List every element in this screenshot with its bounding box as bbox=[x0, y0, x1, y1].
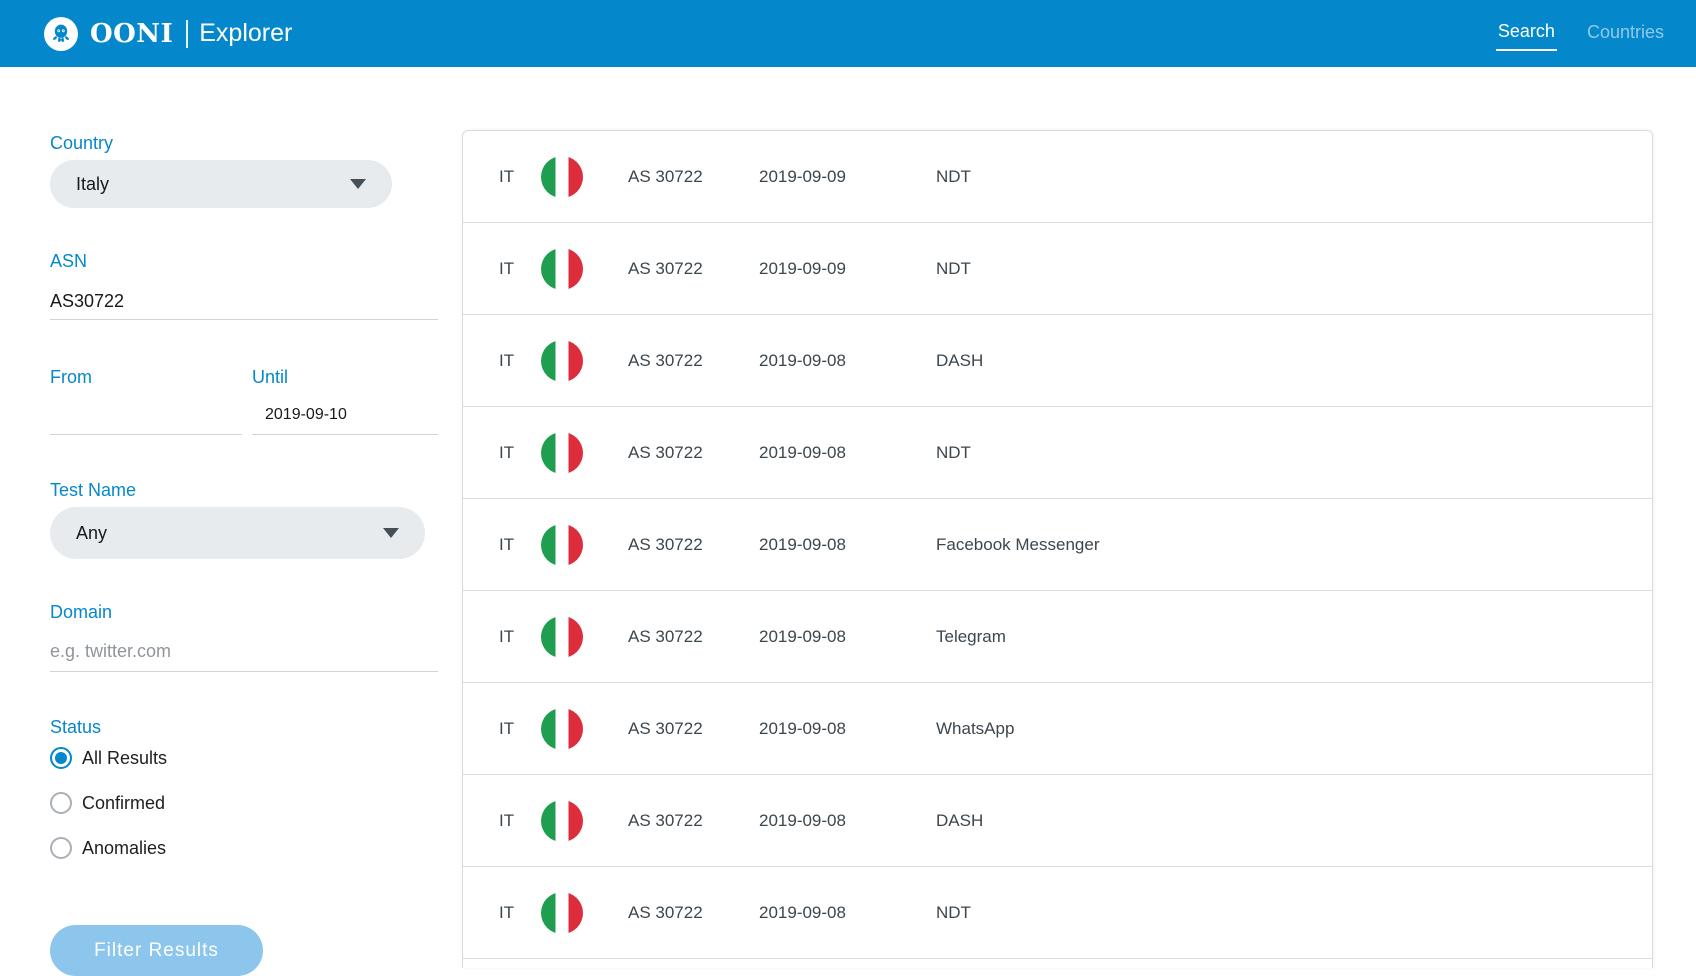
status-option-anomalies[interactable]: Anomalies bbox=[50, 837, 438, 859]
result-row[interactable]: IT AS 30722 2019-09-09 NDT bbox=[463, 223, 1652, 315]
asn-cell: AS 30722 bbox=[628, 811, 703, 831]
brand-separator bbox=[186, 20, 188, 48]
result-row[interactable]: IT AS 30722 2019-09-08 WhatsApp bbox=[463, 683, 1652, 775]
country-label: Country bbox=[50, 133, 438, 154]
brand[interactable]: OONI Explorer bbox=[44, 17, 292, 51]
radio-selected-icon[interactable] bbox=[50, 747, 72, 769]
filter-sidebar: Country Italy ASN From Until Test Name A… bbox=[50, 67, 438, 976]
date-cell: 2019-09-08 bbox=[759, 811, 846, 831]
italy-flag-icon bbox=[541, 524, 583, 566]
asn-cell: AS 30722 bbox=[628, 719, 703, 739]
test-name-cell: NDT bbox=[936, 259, 971, 279]
status-option-all-results[interactable]: All Results bbox=[50, 747, 438, 769]
italy-flag-icon bbox=[541, 892, 583, 934]
asn-cell: AS 30722 bbox=[628, 903, 703, 923]
date-cell: 2019-09-08 bbox=[759, 903, 846, 923]
result-row[interactable]: IT AS 30722 2019-09-08 Facebook Messenge… bbox=[463, 499, 1652, 591]
country-code: IT bbox=[499, 535, 514, 555]
date-cell: 2019-09-08 bbox=[759, 719, 846, 739]
italy-flag-icon bbox=[541, 800, 583, 842]
result-row-partial[interactable] bbox=[463, 959, 1652, 968]
result-row[interactable]: IT AS 30722 2019-09-08 NDT bbox=[463, 867, 1652, 959]
date-cell: 2019-09-08 bbox=[759, 443, 846, 463]
italy-flag-icon bbox=[541, 156, 583, 198]
test-name-cell: NDT bbox=[936, 167, 971, 187]
country-select-value: Italy bbox=[76, 174, 109, 195]
test-name-cell: NDT bbox=[936, 443, 971, 463]
test-name-cell: DASH bbox=[936, 351, 983, 371]
until-label: Until bbox=[252, 367, 438, 388]
asn-label: ASN bbox=[50, 251, 438, 272]
asn-cell: AS 30722 bbox=[628, 443, 703, 463]
result-row[interactable]: IT AS 30722 2019-09-08 DASH bbox=[463, 315, 1652, 407]
country-code: IT bbox=[499, 351, 514, 371]
country-select[interactable]: Italy bbox=[50, 160, 392, 208]
country-code: IT bbox=[499, 903, 514, 923]
date-cell: 2019-09-09 bbox=[759, 167, 846, 187]
from-input[interactable] bbox=[50, 396, 242, 435]
result-row[interactable]: IT AS 30722 2019-09-09 NDT bbox=[463, 131, 1652, 223]
date-cell: 2019-09-08 bbox=[759, 351, 846, 371]
country-code: IT bbox=[499, 719, 514, 739]
asn-cell: AS 30722 bbox=[628, 167, 703, 187]
status-option-label: All Results bbox=[82, 748, 167, 769]
header-nav: Search Countries bbox=[1496, 17, 1666, 51]
test-name-label: Test Name bbox=[50, 480, 438, 501]
domain-input[interactable] bbox=[50, 631, 438, 672]
country-code: IT bbox=[499, 811, 514, 831]
test-name-cell: Facebook Messenger bbox=[936, 535, 1099, 555]
country-code: IT bbox=[499, 627, 514, 647]
country-code: IT bbox=[499, 259, 514, 279]
radio-unselected-icon[interactable] bbox=[50, 837, 72, 859]
domain-label: Domain bbox=[50, 602, 438, 623]
until-input[interactable] bbox=[252, 396, 438, 435]
octopus-icon bbox=[44, 17, 78, 51]
test-name-select[interactable]: Any bbox=[50, 507, 425, 559]
country-code: IT bbox=[499, 167, 514, 187]
country-code: IT bbox=[499, 443, 514, 463]
status-option-confirmed[interactable]: Confirmed bbox=[50, 792, 438, 814]
chevron-down-icon bbox=[350, 179, 366, 189]
result-row[interactable]: IT AS 30722 2019-09-08 DASH bbox=[463, 775, 1652, 867]
nav-search[interactable]: Search bbox=[1496, 17, 1557, 51]
italy-flag-icon bbox=[541, 708, 583, 750]
italy-flag-icon bbox=[541, 616, 583, 658]
date-cell: 2019-09-08 bbox=[759, 627, 846, 647]
status-option-label: Confirmed bbox=[82, 793, 165, 814]
date-cell: 2019-09-08 bbox=[759, 535, 846, 555]
date-range: From Until bbox=[50, 367, 438, 435]
test-name-cell: Telegram bbox=[936, 627, 1006, 647]
result-row[interactable]: IT AS 30722 2019-09-08 NDT bbox=[463, 407, 1652, 499]
from-label: From bbox=[50, 367, 242, 388]
brand-name: OONI bbox=[90, 19, 173, 49]
asn-input[interactable] bbox=[50, 284, 438, 320]
nav-countries[interactable]: Countries bbox=[1585, 18, 1666, 50]
chevron-down-icon bbox=[383, 528, 399, 538]
status-option-label: Anomalies bbox=[82, 838, 166, 859]
brand-product: Explorer bbox=[199, 19, 292, 48]
result-row[interactable]: IT AS 30722 2019-09-08 Telegram bbox=[463, 591, 1652, 683]
italy-flag-icon bbox=[541, 340, 583, 382]
italy-flag-icon bbox=[541, 432, 583, 474]
asn-cell: AS 30722 bbox=[628, 351, 703, 371]
asn-cell: AS 30722 bbox=[628, 627, 703, 647]
radio-unselected-icon[interactable] bbox=[50, 792, 72, 814]
asn-cell: AS 30722 bbox=[628, 259, 703, 279]
results-list: IT AS 30722 2019-09-09 NDT IT AS 30722 2… bbox=[462, 130, 1653, 968]
app-header: OONI Explorer Search Countries bbox=[0, 0, 1696, 67]
test-name-cell: DASH bbox=[936, 811, 983, 831]
italy-flag-icon bbox=[541, 248, 583, 290]
test-name-cell: WhatsApp bbox=[936, 719, 1014, 739]
status-label: Status bbox=[50, 717, 438, 738]
test-name-select-value: Any bbox=[76, 523, 107, 544]
asn-cell: AS 30722 bbox=[628, 535, 703, 555]
filter-results-button[interactable]: Filter Results bbox=[50, 925, 263, 976]
date-cell: 2019-09-09 bbox=[759, 259, 846, 279]
test-name-cell: NDT bbox=[936, 903, 971, 923]
